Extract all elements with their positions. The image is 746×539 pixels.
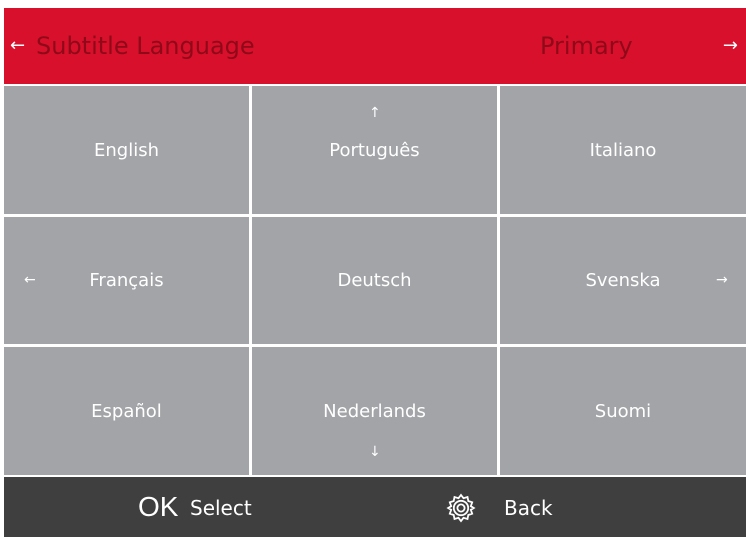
left-arrow-icon[interactable]: ←	[10, 8, 25, 84]
ok-button-glyph: OK	[138, 491, 179, 522]
language-label: English	[94, 140, 159, 161]
language-option-deutsch[interactable]: Deutsch	[252, 217, 497, 344]
language-label: Português	[329, 140, 420, 161]
language-option-suomi[interactable]: Suomi	[500, 347, 746, 475]
language-label: Español	[91, 401, 162, 422]
language-label: Italiano	[589, 140, 657, 161]
gear-icon[interactable]	[446, 493, 476, 523]
language-option-portugues[interactable]: ↑ Português	[252, 86, 497, 214]
language-option-francais[interactable]: ← Français	[4, 217, 249, 344]
language-option-italiano[interactable]: Italiano	[500, 86, 746, 214]
select-hint-label: Select	[190, 496, 252, 520]
language-option-english[interactable]: English	[4, 86, 249, 214]
language-label: Svenska	[585, 270, 661, 291]
language-option-svenska[interactable]: Svenska →	[500, 217, 746, 344]
language-option-nederlands[interactable]: Nederlands ↓	[252, 347, 497, 475]
header-bar: ← Subtitle Language Primary →	[4, 8, 746, 84]
language-mode-label: Primary	[540, 32, 633, 60]
footer-bar: OK Select Back	[4, 477, 746, 537]
subtitle-language-screen: ← Subtitle Language Primary → English ↑ …	[4, 8, 746, 537]
language-label: Deutsch	[337, 270, 412, 291]
back-hint-label: Back	[504, 496, 553, 520]
language-label: Français	[89, 270, 164, 291]
right-arrow-icon[interactable]: →	[723, 8, 738, 84]
language-label: Suomi	[594, 401, 652, 422]
page-title: Subtitle Language	[36, 32, 255, 60]
down-arrow-icon: ↓	[369, 444, 381, 460]
language-label: Nederlands	[323, 401, 426, 422]
language-option-espanol[interactable]: Español	[4, 347, 249, 475]
right-arrow-icon: →	[716, 272, 728, 288]
language-grid: English ↑ Português Italiano ← Français …	[4, 86, 746, 475]
up-arrow-icon: ↑	[369, 105, 381, 121]
